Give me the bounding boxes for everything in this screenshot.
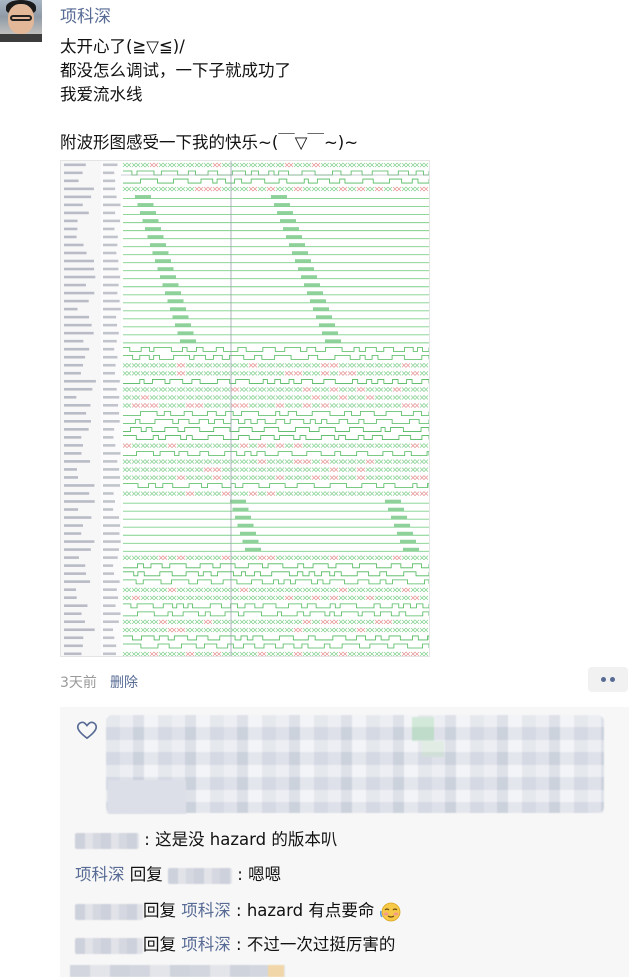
more-dots-icon <box>601 677 606 682</box>
post-line: 我爱流水线 <box>60 85 143 104</box>
comment-text: 嗯嗯 <box>248 865 282 884</box>
reply-word: 回复 <box>129 865 163 884</box>
heart-icon[interactable] <box>76 720 98 740</box>
delete-button[interactable]: 删除 <box>110 672 138 692</box>
blurred-username <box>168 867 232 884</box>
reply-target[interactable]: 项科深 <box>181 901 231 920</box>
avatar[interactable] <box>0 0 42 42</box>
post-line: 附波形图感受一下我的快乐~(￣▽￣~)~ <box>60 133 359 152</box>
comment-item[interactable]: : 这是没 hazard 的版本叭 <box>75 828 337 852</box>
waveform-image[interactable] <box>60 160 430 657</box>
reply-word: 回复 <box>143 901 176 920</box>
post-time: 3天前 <box>60 675 97 691</box>
comment-text: 这是没 hazard 的版本叭 <box>155 830 338 849</box>
comment-item[interactable]: 项科深 回复 : 嗯嗯 <box>75 863 281 887</box>
comment-item[interactable]: 回复 项科深 : 不过一次过挺厉害的 <box>75 933 395 957</box>
blurred-username <box>75 832 139 849</box>
blurred-comment <box>70 965 285 977</box>
reply-target[interactable]: 项科深 <box>181 935 231 954</box>
embarrassed-face-emoji-icon <box>379 902 401 921</box>
post-line <box>60 107 358 131</box>
comment-text: 不过一次过挺厉害的 <box>246 935 396 954</box>
likes-avatars-blurred <box>108 780 186 814</box>
author-name[interactable]: 项科深 <box>60 2 111 27</box>
comment-text: hazard 有点要命 <box>246 901 375 920</box>
post-line: 太开心了(≧▽≦)/ <box>60 37 185 56</box>
blurred-username <box>75 903 143 920</box>
reply-word: 回复 <box>143 935 176 954</box>
blurred-username <box>75 937 143 954</box>
post-line: 都没怎么调试，一下子就成功了 <box>60 61 291 80</box>
comment-item[interactable]: 回复 项科深 : hazard 有点要命 <box>75 899 402 923</box>
comment-author[interactable]: 项科深 <box>75 865 125 884</box>
post-text: 太开心了(≧▽≦)/ 都没怎么调试，一下子就成功了 我爱流水线 附波形图感受一下… <box>60 35 358 155</box>
more-button[interactable] <box>588 667 628 692</box>
waveform-graphic <box>61 161 429 656</box>
